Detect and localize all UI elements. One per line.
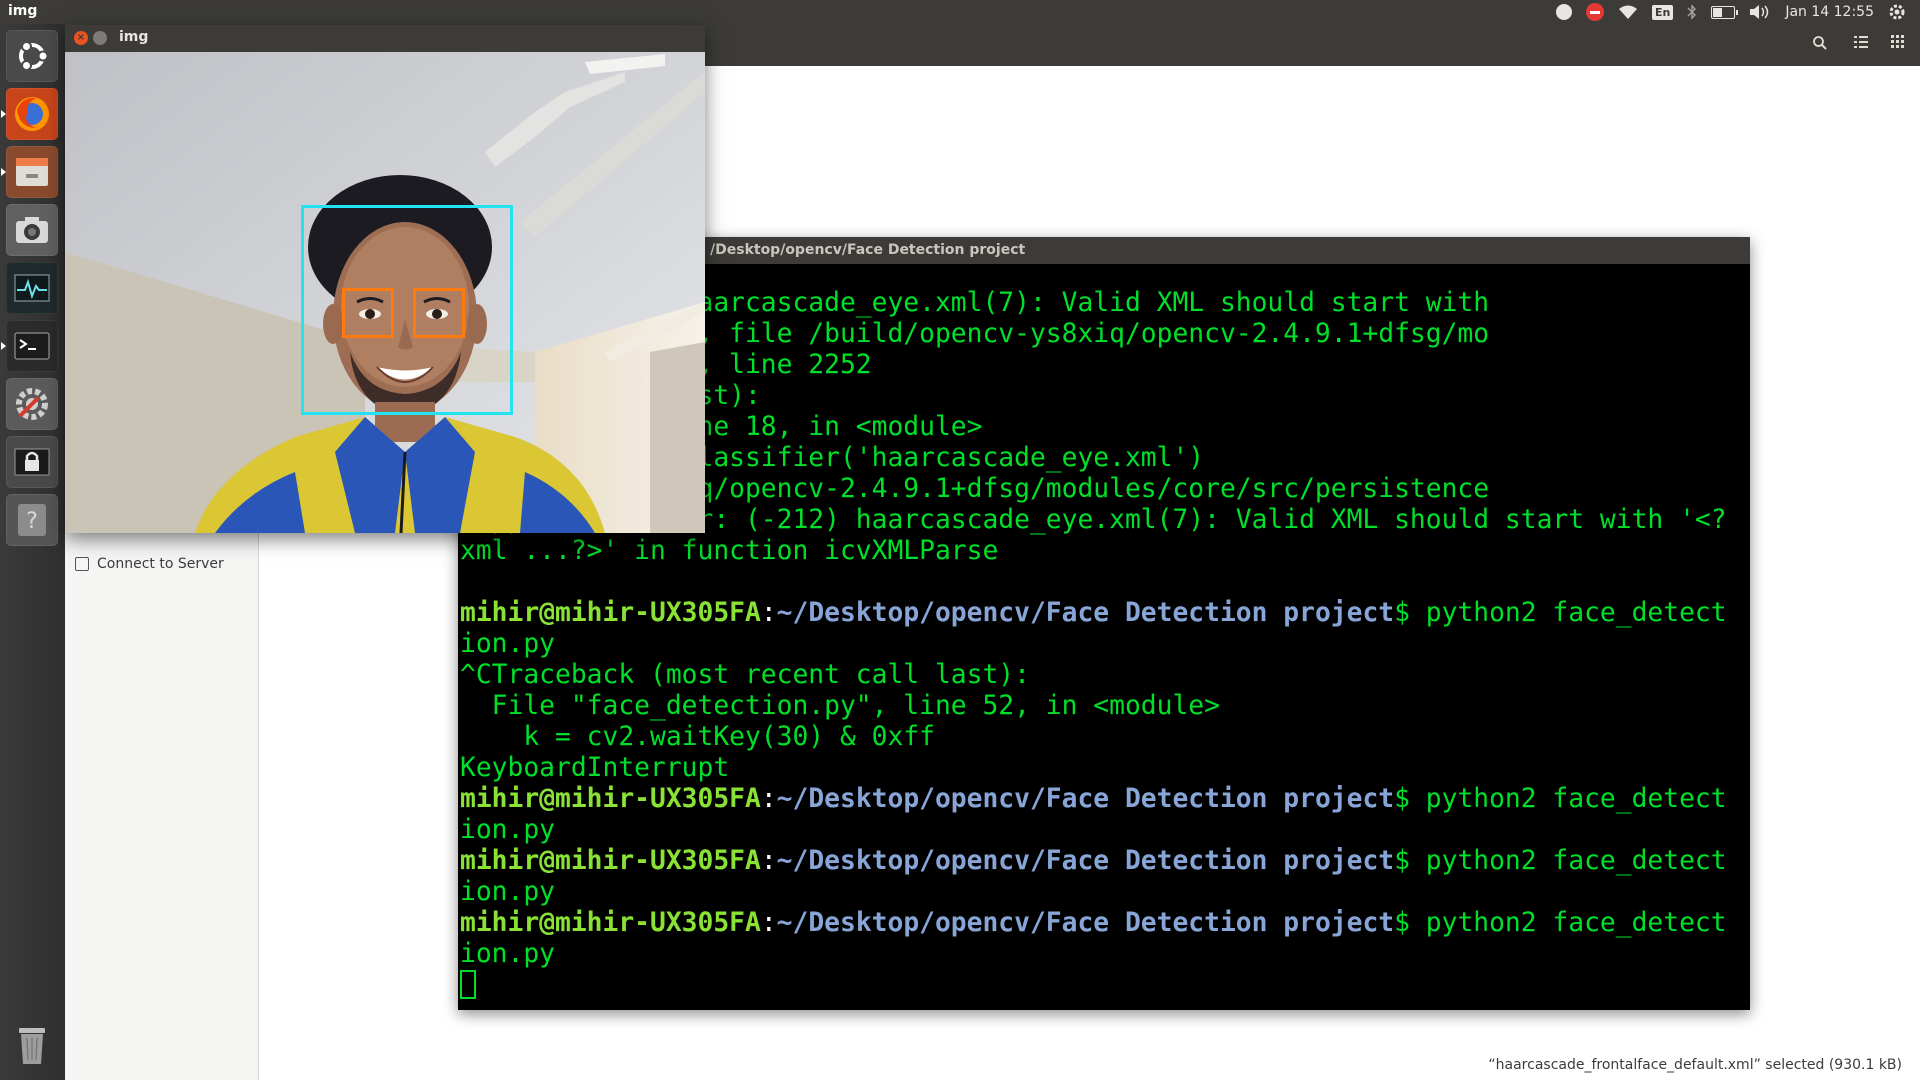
terminal-line: File "face_detection.py", line 52, in <m… (460, 691, 1220, 721)
grid-view-icon[interactable] (1888, 35, 1908, 55)
prompt-command: $ python2 face_detect (1394, 784, 1727, 814)
img-window[interactable]: × img (65, 25, 705, 533)
launcher: ? (0, 24, 66, 1080)
terminal-line: ion.py (460, 629, 555, 659)
prompt-path: ~/Desktop/opencv/Face Detection project (776, 846, 1395, 876)
minimize-icon[interactable] (93, 31, 107, 45)
svg-text:?: ? (26, 509, 38, 534)
search-icon[interactable] (1810, 35, 1830, 55)
terminal-cursor (460, 970, 476, 999)
prompt-colon: : (760, 598, 777, 628)
server-icon (75, 557, 89, 571)
volume-icon[interactable] (1749, 2, 1771, 22)
launcher-system-settings[interactable] (6, 378, 58, 430)
terminal-title: /Desktop/opencv/Face Detection project (710, 242, 1026, 258)
ubuntu-icon (19, 41, 49, 71)
launcher-cheese-camera[interactable] (6, 204, 58, 256)
launcher-firefox[interactable] (1, 88, 58, 140)
system-monitor-icon (14, 274, 50, 302)
indicator-area: En Jan 14 12:55 (1555, 0, 1906, 24)
prompt-user: mihir@mihir-UX305FA (460, 598, 761, 628)
prompt-user: mihir@mihir-UX305FA (460, 784, 761, 814)
sidebar-item-label: Connect to Server (97, 556, 224, 572)
prompt-path: ~/Desktop/opencv/Face Detection project (776, 784, 1395, 814)
prompt-command: $ python2 face_detect (1394, 908, 1727, 938)
img-window-title: img (119, 29, 149, 45)
terminal-line: k = cv2.waitKey(30) & 0xff (460, 722, 935, 752)
prompt-command: $ python2 face_detect (1394, 598, 1727, 628)
prompt-colon: : (760, 784, 777, 814)
launcher-lock-screen[interactable] (6, 436, 58, 488)
updates-icon[interactable] (1555, 2, 1572, 22)
terminal-prompt-line: mihir@mihir-UX305FA:~/Desktop/opencv/Fac… (460, 598, 1746, 629)
prompt-colon: : (760, 846, 777, 876)
terminal-line: ion.py (460, 815, 555, 845)
files-icon (16, 158, 48, 186)
battery-icon[interactable] (1711, 2, 1739, 22)
terminal-line: ^CTraceback (most recent call last): (460, 660, 1030, 690)
eye-detection-box-right (413, 288, 465, 338)
launcher-trash[interactable] (6, 1019, 58, 1071)
top-panel: img En Jan 14 12:55 (0, 0, 1920, 24)
prompt-colon: : (760, 908, 777, 938)
webcam-frame (65, 52, 705, 533)
launcher-files[interactable] (1, 146, 58, 198)
prompt-path: ~/Desktop/opencv/Face Detection project (776, 598, 1395, 628)
terminal-prompt-line: mihir@mihir-UX305FA:~/Desktop/opencv/Fac… (460, 846, 1746, 877)
launcher-system-monitor[interactable] (6, 262, 58, 314)
prompt-command: $ python2 face_detect (1394, 846, 1727, 876)
launcher-ubuntu-dash[interactable] (6, 30, 58, 82)
clock[interactable]: Jan 14 12:55 (1785, 2, 1874, 22)
camera-icon (16, 217, 48, 243)
list-view-icon[interactable] (1851, 35, 1871, 55)
no-entry-icon[interactable] (1585, 2, 1604, 22)
close-icon[interactable]: × (74, 31, 88, 45)
img-window-titlebar[interactable]: × img (65, 25, 705, 52)
terminal-line: KeyboardInterrupt (460, 753, 730, 783)
terminal-line: xml ...?>' in function icvXMLParse (460, 536, 999, 566)
lock-icon (14, 448, 50, 476)
prompt-user: mihir@mihir-UX305FA (460, 846, 761, 876)
launcher-terminal[interactable] (1, 320, 58, 372)
terminal-prompt-line: mihir@mihir-UX305FA:~/Desktop/opencv/Fac… (460, 908, 1746, 939)
bluetooth-icon[interactable] (1687, 2, 1697, 22)
keyboard-layout-label: En (1651, 4, 1674, 20)
active-app-title: img (8, 3, 38, 19)
keyboard-icon[interactable]: En (1651, 2, 1674, 22)
wifi-icon[interactable] (1618, 2, 1638, 22)
prompt-path: ~/Desktop/opencv/Face Detection project (776, 908, 1395, 938)
sidebar-item-connect-to-server[interactable]: Connect to Server (75, 556, 224, 572)
settings-icon[interactable] (1888, 2, 1906, 22)
launcher-help[interactable]: ? (6, 494, 58, 546)
terminal-line: ion.py (460, 877, 555, 907)
help-icon: ? (18, 504, 46, 536)
status-bar: “haarcascade_frontalface_default.xml” se… (1488, 1057, 1902, 1073)
terminal-line: ion.py (460, 939, 555, 969)
terminal-icon (14, 332, 50, 360)
terminal-cursor-line (460, 970, 1746, 1001)
terminal-prompt-line: mihir@mihir-UX305FA:~/Desktop/opencv/Fac… (460, 784, 1746, 815)
face-detection-box (301, 205, 513, 415)
eye-detection-box-left (342, 288, 394, 338)
firefox-icon (15, 97, 49, 131)
settings-wrench-icon (16, 388, 48, 420)
trash-icon (19, 1028, 45, 1064)
prompt-user: mihir@mihir-UX305FA (460, 908, 761, 938)
